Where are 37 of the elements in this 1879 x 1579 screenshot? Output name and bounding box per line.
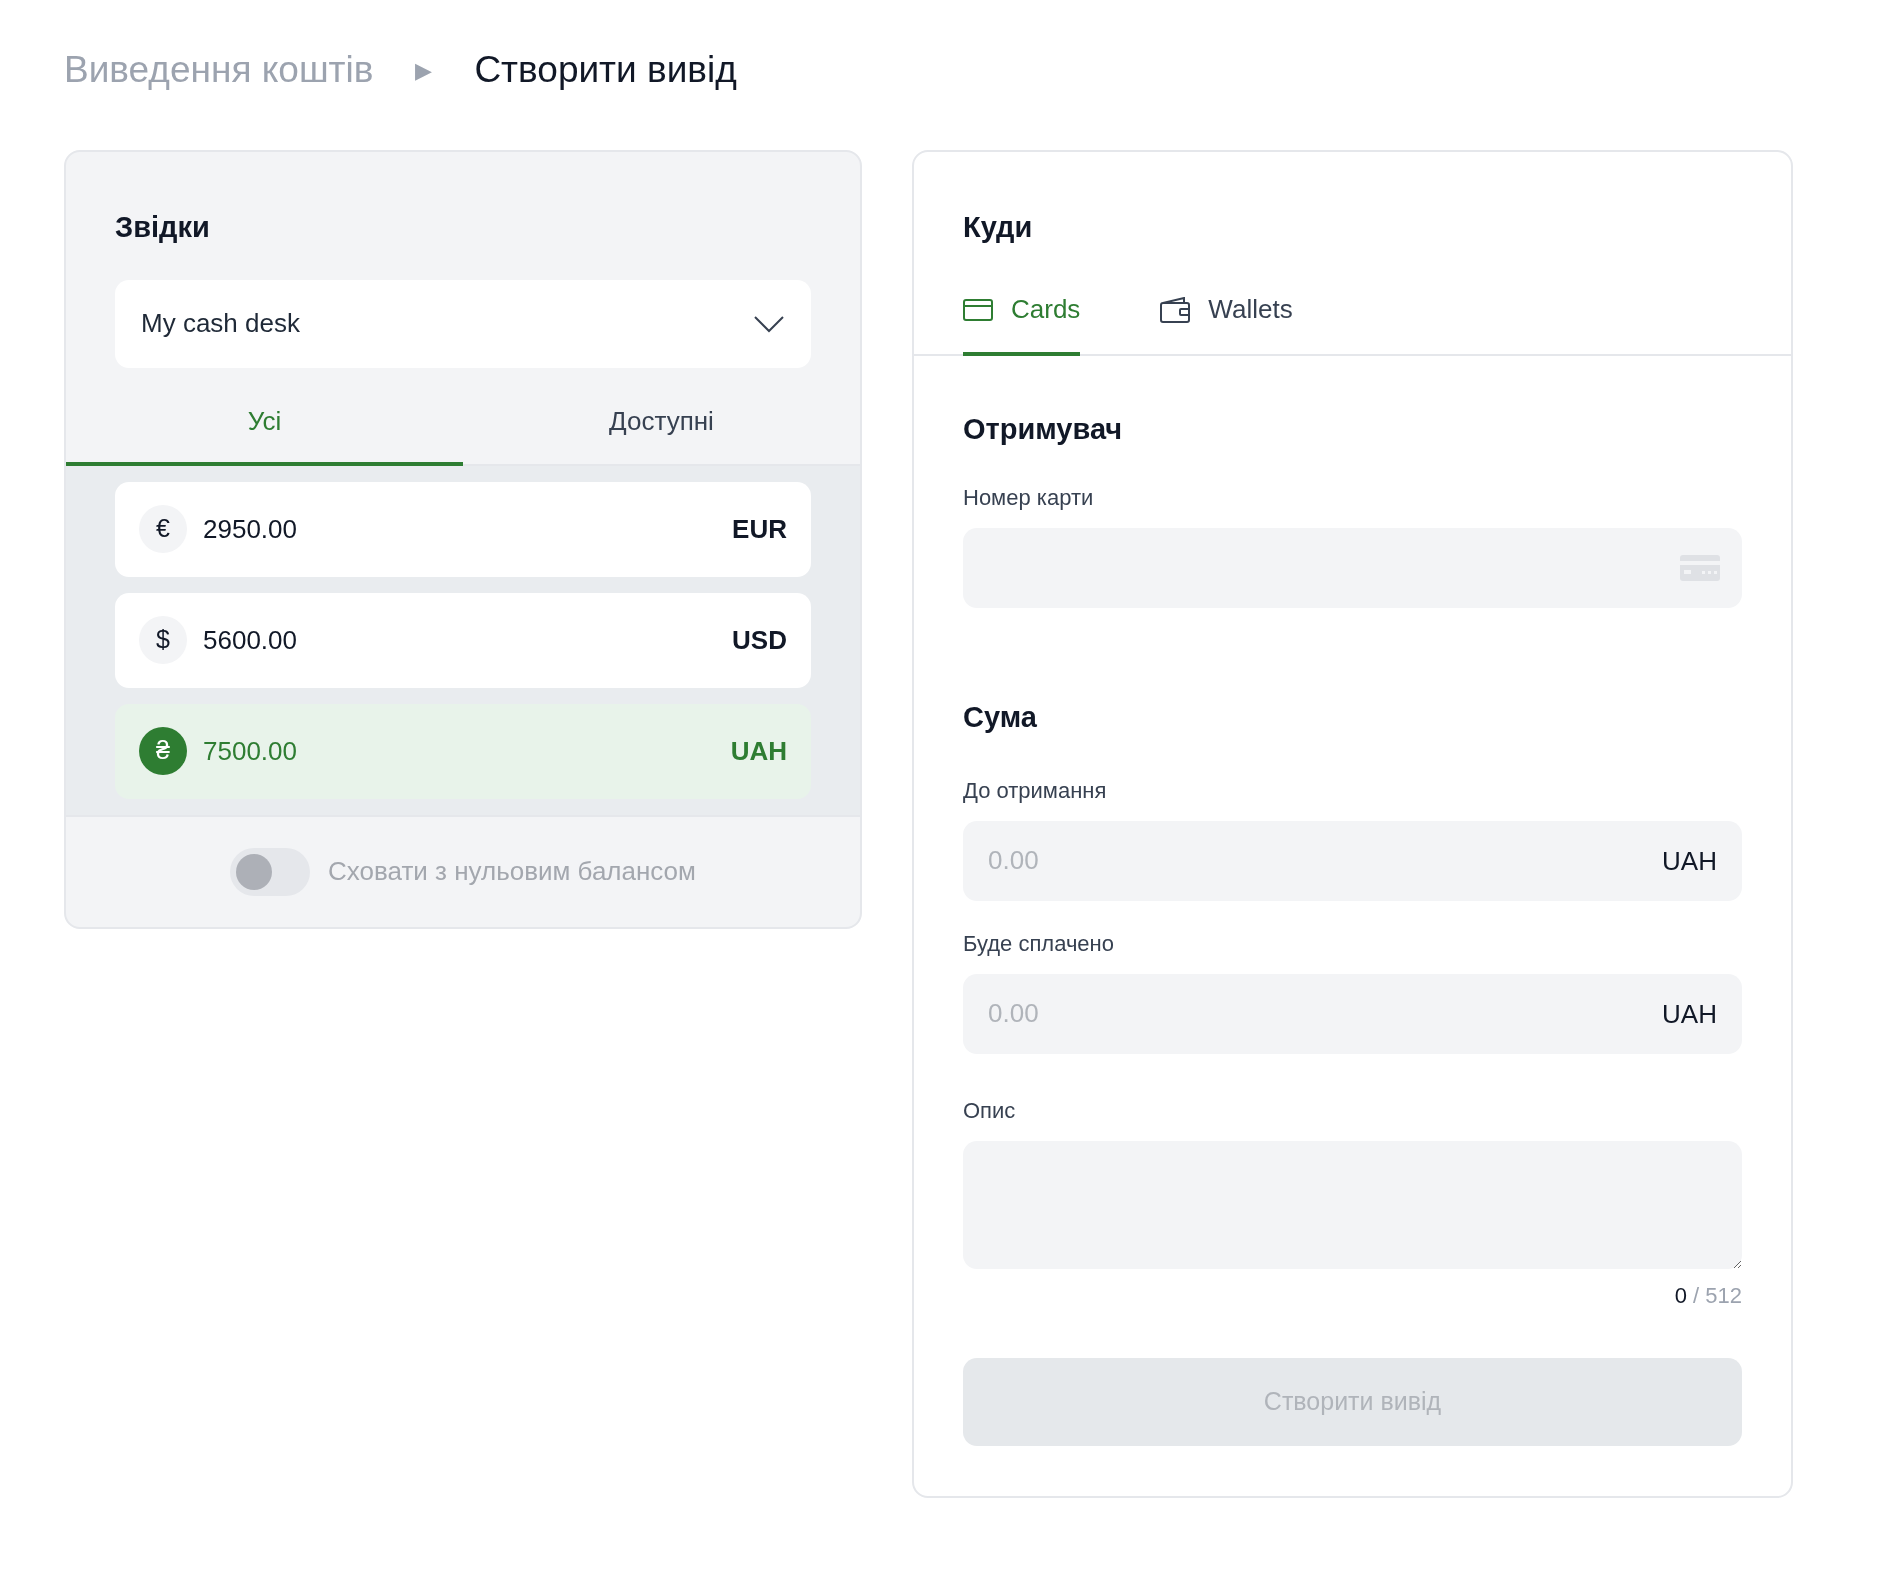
toggle-switch[interactable] (230, 847, 311, 896)
section-heading: Сума (963, 700, 1038, 735)
balance-amount: 7500.00 (203, 734, 297, 768)
field-label: До отримання (963, 776, 1108, 805)
wallet-icon (1160, 296, 1191, 323)
currency-symbol-icon: € (139, 505, 187, 553)
balance-amount: 5600.00 (203, 623, 297, 657)
section-title: Звідки (114, 210, 211, 245)
balance-amount: 2950.00 (203, 512, 297, 546)
toggle-label: Сховати з нульовим балансом (328, 855, 696, 888)
field-label: Буде сплачено (963, 929, 1115, 958)
balance-tab[interactable]: Доступні (463, 381, 860, 466)
currency-code: UAH (1662, 844, 1717, 878)
page-title: Створити вивід (474, 48, 737, 93)
destination-tab[interactable]: Wallets (1160, 267, 1293, 356)
currency-code: USD (732, 623, 787, 657)
currency-symbol-icon: ₴ (139, 727, 187, 775)
section-heading: Отримувач (963, 411, 1124, 447)
currency-symbol-icon: $ (139, 616, 187, 664)
cash-desk-select[interactable]: My cash desk (115, 279, 811, 368)
field-label: Номер карти (963, 484, 1095, 512)
currency-code: EUR (732, 512, 787, 546)
section-title: Куди (962, 210, 1034, 245)
balance-item[interactable]: $ 5600.00 USD (115, 592, 811, 688)
character-limit: / 512 (1693, 1281, 1742, 1310)
card-number-field[interactable] (963, 528, 1742, 608)
chevron-down-icon (753, 314, 785, 333)
currency-code: UAH (730, 734, 787, 768)
currency-code: UAH (1662, 997, 1717, 1031)
field-label: Опис (963, 1096, 1017, 1125)
breadcrumb-separator: ▶ (415, 56, 433, 85)
credit-card-icon (963, 298, 993, 321)
character-count: 0 (1674, 1281, 1688, 1310)
balance-item[interactable]: ₴ 7500.00 UAH (115, 703, 811, 799)
balance-item[interactable]: € 2950.00 EUR (115, 481, 811, 577)
destination-tab[interactable]: Cards (963, 267, 1081, 356)
description-field[interactable] (963, 1140, 1742, 1269)
